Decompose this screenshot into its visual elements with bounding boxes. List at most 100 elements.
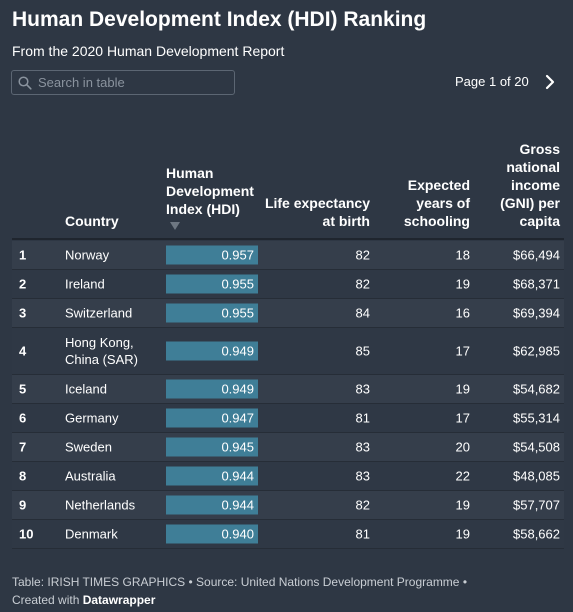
column-header-life-expectancy[interactable]: Life expectancy at birth: [260, 194, 370, 230]
table-subtitle: From the 2020 Human Development Report: [12, 43, 285, 59]
hdi-value: 0.947: [221, 410, 254, 426]
table-row: 2 Ireland 0.955 82 19 $68,371: [12, 270, 564, 299]
hdi-value: 0.949: [221, 343, 254, 359]
footer-credit-prefix: Created with: [12, 593, 83, 607]
life-expectancy-cell: 83: [355, 468, 370, 484]
country-cell: Ireland: [65, 276, 105, 292]
table-row: 7 Sweden 0.945 83 20 $54,508: [12, 433, 564, 462]
table-row: 5 Iceland 0.949 83 19 $54,682: [12, 375, 564, 404]
country-cell: Germany: [65, 410, 119, 426]
column-header-hdi-label: Human Development Index (HDI): [166, 165, 254, 217]
hdi-bar: 0.955: [166, 303, 258, 323]
gni-cell: $68,371: [513, 276, 560, 292]
hdi-bar: 0.944: [166, 495, 258, 515]
schooling-cell: 22: [455, 468, 470, 484]
table-row: 9 Netherlands 0.944 82 19 $57,707: [12, 491, 564, 520]
search-icon: [18, 76, 32, 90]
hdi-value: 0.944: [221, 497, 254, 513]
country-cell: Netherlands: [65, 497, 136, 513]
gni-cell: $54,508: [513, 439, 560, 455]
schooling-cell: 20: [455, 439, 470, 455]
gni-cell: $57,707: [513, 497, 560, 513]
life-expectancy-cell: 85: [355, 343, 370, 359]
hdi-bar: 0.945: [166, 437, 258, 457]
rank-cell: 5: [19, 381, 27, 397]
table-row: 8 Australia 0.944 83 22 $48,085: [12, 462, 564, 491]
schooling-cell: 19: [455, 276, 470, 292]
country-cell: Hong Kong, China (SAR): [65, 334, 138, 368]
schooling-cell: 16: [455, 305, 470, 321]
life-expectancy-cell: 81: [355, 526, 370, 542]
country-cell: Sweden: [65, 439, 112, 455]
search-input[interactable]: [38, 73, 228, 92]
rank-cell: 9: [19, 497, 27, 513]
column-header-gni[interactable]: Gross national income (GNI) per capita: [490, 140, 560, 230]
gni-cell: $66,494: [513, 247, 560, 263]
table-header: Country Human Development Index (HDI) Li…: [12, 120, 564, 240]
country-cell-line: China (SAR): [65, 352, 138, 367]
hdi-value: 0.957: [221, 247, 254, 263]
table-body: 1 Norway 0.957 82 18 $66,494 2 Ireland 0…: [12, 241, 564, 549]
hdi-bar: 0.940: [166, 524, 258, 544]
gni-cell: $69,394: [513, 305, 560, 321]
table-row: 1 Norway 0.957 82 18 $66,494: [12, 241, 564, 270]
chevron-right-icon: [545, 74, 555, 90]
search-box[interactable]: [11, 70, 235, 95]
hdi-value: 0.944: [221, 468, 254, 484]
table-row: 6 Germany 0.947 81 17 $55,314: [12, 404, 564, 433]
rank-cell: 4: [19, 343, 27, 359]
country-cell-line: Hong Kong,: [65, 335, 134, 350]
footer-credit: Created with Datawrapper: [12, 591, 562, 609]
rank-cell: 10: [19, 526, 34, 542]
rank-cell: 3: [19, 305, 27, 321]
gni-cell: $58,662: [513, 526, 560, 542]
sort-descending-icon: [170, 222, 180, 230]
gni-cell: $54,682: [513, 381, 560, 397]
rank-cell: 7: [19, 439, 27, 455]
schooling-cell: 19: [455, 497, 470, 513]
hdi-bar: 0.944: [166, 466, 258, 486]
table-footer: Table: IRISH TIMES GRAPHICS • Source: Un…: [12, 573, 562, 609]
life-expectancy-cell: 83: [355, 381, 370, 397]
hdi-bar: 0.947: [166, 408, 258, 428]
column-header-hdi[interactable]: Human Development Index (HDI): [166, 164, 266, 230]
column-header-country[interactable]: Country: [65, 212, 119, 230]
life-expectancy-cell: 83: [355, 439, 370, 455]
hdi-value: 0.955: [221, 305, 254, 321]
footer-source: Table: IRISH TIMES GRAPHICS • Source: Un…: [12, 575, 468, 589]
rank-cell: 6: [19, 410, 27, 426]
next-page-button[interactable]: [540, 71, 560, 93]
life-expectancy-cell: 82: [355, 276, 370, 292]
schooling-cell: 19: [455, 381, 470, 397]
country-cell: Iceland: [65, 381, 107, 397]
page-indicator: Page 1 of 20: [455, 74, 529, 89]
hdi-bar: 0.955: [166, 274, 258, 294]
gni-cell: $62,985: [513, 343, 560, 359]
table-row: 4 Hong Kong, China (SAR) 0.949 85 17 $62,…: [12, 328, 564, 375]
gni-cell: $55,314: [513, 410, 560, 426]
hdi-value: 0.949: [221, 381, 254, 397]
hdi-bar: 0.957: [166, 245, 258, 265]
table-title: Human Development Index (HDI) Ranking: [12, 8, 427, 31]
hdi-bar: 0.949: [166, 379, 258, 399]
life-expectancy-cell: 82: [355, 247, 370, 263]
hdi-value: 0.945: [221, 439, 254, 455]
column-header-schooling[interactable]: Expected years of schooling: [380, 176, 470, 230]
life-expectancy-cell: 82: [355, 497, 370, 513]
rank-cell: 2: [19, 276, 27, 292]
rank-cell: 1: [19, 247, 27, 263]
hdi-value: 0.955: [221, 276, 254, 292]
hdi-value: 0.940: [221, 526, 254, 542]
hdi-bar: 0.949: [166, 341, 258, 361]
rank-cell: 8: [19, 468, 27, 484]
datawrapper-link[interactable]: Datawrapper: [83, 593, 156, 607]
table-row: 3 Switzerland 0.955 84 16 $69,394: [12, 299, 564, 328]
schooling-cell: 19: [455, 526, 470, 542]
schooling-cell: 17: [455, 410, 470, 426]
country-cell: Australia: [65, 468, 116, 484]
life-expectancy-cell: 84: [355, 305, 370, 321]
country-cell: Norway: [65, 247, 110, 263]
schooling-cell: 18: [455, 247, 470, 263]
schooling-cell: 17: [455, 343, 470, 359]
country-cell: Denmark: [65, 526, 118, 542]
